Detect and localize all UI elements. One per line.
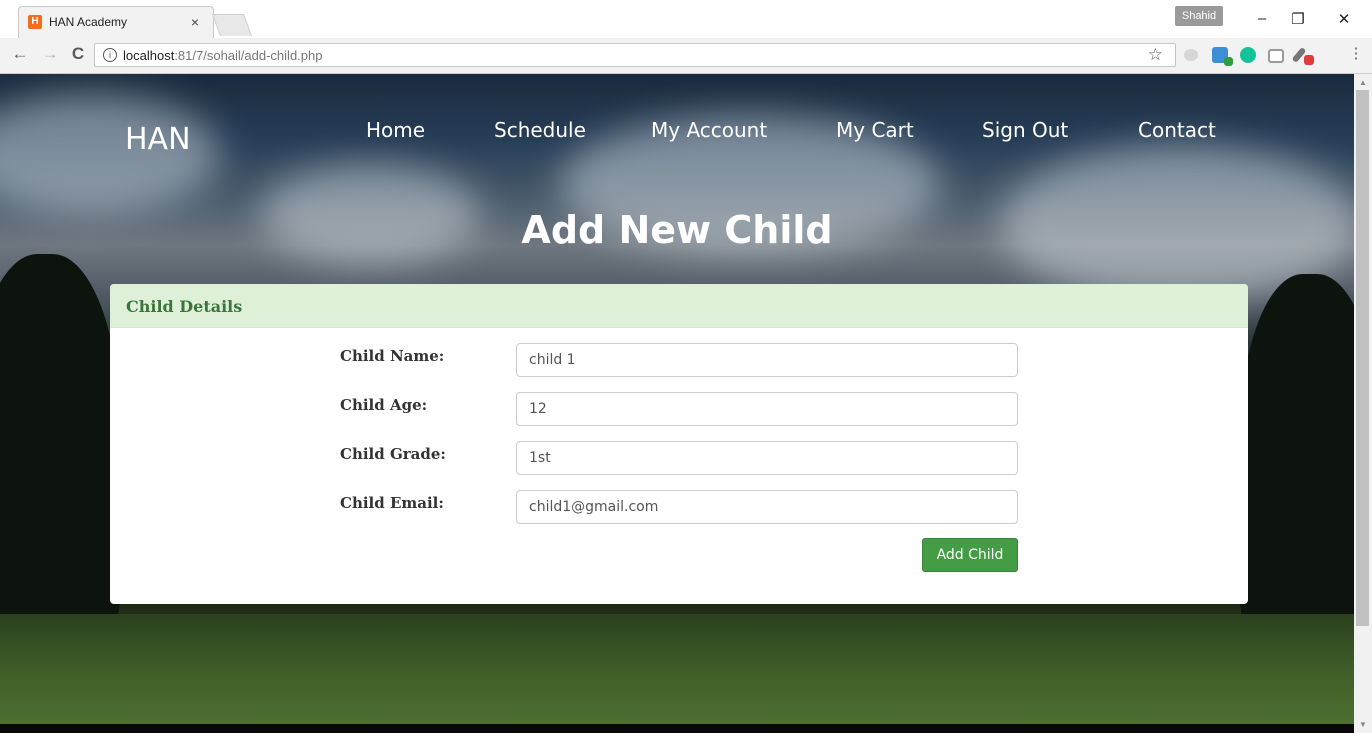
tab-title: HAN Academy	[49, 15, 128, 29]
bookmark-star-icon[interactable]: ☆	[1148, 45, 1163, 65]
browser-toolbar: ← → C i localhost:81/7/sohail/add-child.…	[0, 38, 1372, 74]
new-tab-button[interactable]	[211, 14, 253, 36]
url-path: :81/7/sohail/add-child.php	[174, 48, 323, 63]
panel-heading: Child Details	[110, 284, 1248, 328]
background-tree	[1240, 274, 1354, 634]
nav-link-sign-out[interactable]: Sign Out	[982, 118, 1068, 142]
background-tree	[0, 254, 120, 634]
browser-titlebar: H HAN Academy × Shahid – ❐ ✕	[0, 0, 1372, 38]
child-age-label: Child Age:	[340, 396, 428, 414]
address-bar[interactable]: i localhost:81/7/sohail/add-child.php ☆	[94, 43, 1176, 67]
nav-link-schedule[interactable]: Schedule	[494, 118, 586, 142]
page-title: Add New Child	[521, 208, 833, 252]
add-child-button[interactable]: Add Child	[922, 538, 1018, 572]
browser-menu-icon[interactable]: ⋮	[1346, 44, 1366, 62]
extension-alert-icon	[1304, 55, 1314, 65]
extension-badge-icon	[1224, 57, 1233, 66]
panel-title: Child Details	[126, 297, 243, 316]
back-icon[interactable]: ←	[10, 44, 30, 64]
page-viewport: HAN Home Schedule My Account My Cart Sig…	[0, 74, 1354, 733]
child-details-panel: Child Details Child Name: Child Age: Chi…	[110, 284, 1248, 604]
child-name-input[interactable]	[516, 343, 1018, 377]
scroll-down-icon[interactable]: ▼	[1359, 720, 1367, 729]
child-grade-label: Child Grade:	[340, 445, 446, 463]
nav-link-contact[interactable]: Contact	[1138, 118, 1216, 142]
background-lawn	[0, 614, 1354, 724]
minimize-icon[interactable]: –	[1252, 10, 1272, 27]
scroll-up-icon[interactable]: ▲	[1359, 78, 1367, 87]
browser-tab[interactable]: H HAN Academy ×	[18, 6, 214, 38]
child-name-label: Child Name:	[340, 347, 445, 365]
child-email-input[interactable]	[516, 490, 1018, 524]
url-text: localhost:81/7/sohail/add-child.php	[123, 48, 322, 63]
site-info-icon[interactable]: i	[103, 48, 117, 62]
child-email-label: Child Email:	[340, 494, 444, 512]
camera-extension-icon[interactable]	[1268, 49, 1284, 63]
tab-close-icon[interactable]: ×	[191, 14, 199, 30]
close-window-icon[interactable]: ✕	[1334, 10, 1354, 28]
grammarly-icon[interactable]	[1240, 47, 1256, 63]
child-grade-input[interactable]	[516, 441, 1018, 475]
reload-icon[interactable]: C	[68, 44, 88, 64]
restore-icon[interactable]: ❐	[1288, 10, 1308, 28]
nav-link-my-cart[interactable]: My Cart	[836, 118, 914, 142]
page-footer-bar	[0, 724, 1354, 733]
nav-link-my-account[interactable]: My Account	[651, 118, 767, 142]
url-host: localhost	[123, 48, 175, 63]
cloud-extension-icon[interactable]	[1184, 49, 1198, 61]
academy-favicon-icon: H	[28, 15, 42, 29]
scroll-thumb[interactable]	[1356, 90, 1369, 626]
child-age-input[interactable]	[516, 392, 1018, 426]
profile-badge[interactable]: Shahid	[1175, 6, 1223, 26]
forward-icon[interactable]: →	[40, 44, 60, 64]
main-nav: Home Schedule My Account My Cart Sign Ou…	[0, 118, 1354, 148]
page-scrollbar[interactable]: ▲ ▼	[1354, 74, 1372, 733]
nav-link-home[interactable]: Home	[366, 118, 425, 142]
